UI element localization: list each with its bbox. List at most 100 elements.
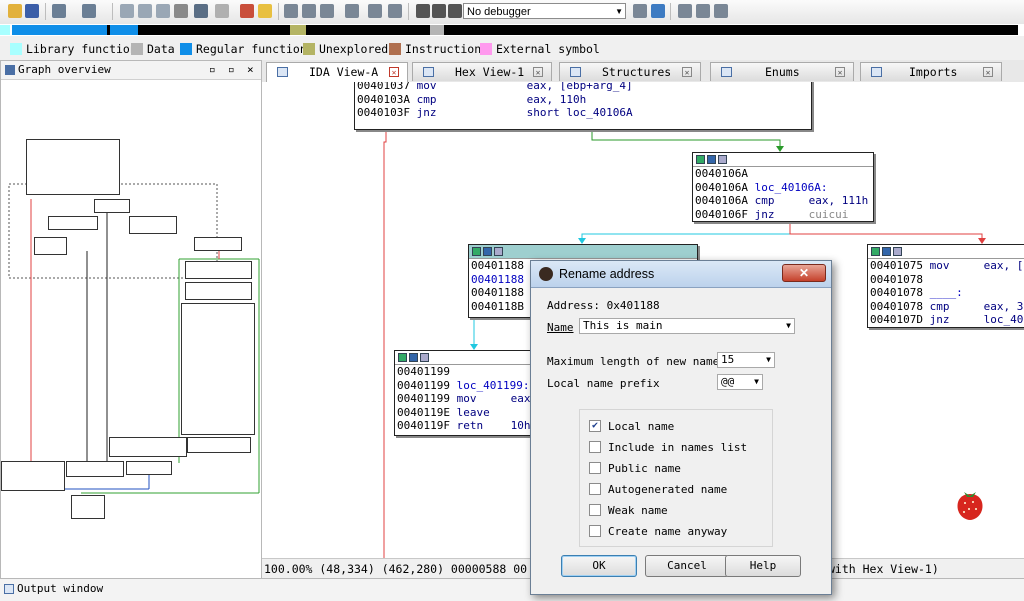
binary-icon[interactable] <box>174 4 188 18</box>
cancel-button[interactable]: Cancel <box>645 555 729 577</box>
legend: Library function Data Regular function U… <box>0 38 1024 60</box>
debugger-select[interactable]: No debugger ▼ <box>463 3 626 19</box>
forward-arrow-icon[interactable] <box>82 4 96 18</box>
autogenerated-name-label: Autogenerated name <box>608 483 728 496</box>
status-coordinates: 100.00% (48,334) (462,280) 00000588 00 <box>264 562 528 576</box>
ok-button[interactable]: OK <box>561 555 637 577</box>
tab-ida-view-a[interactable]: IDA View-A ✕ <box>266 62 408 83</box>
local-name-checkbox[interactable]: ✔ <box>589 420 601 432</box>
autogenerated-name-checkbox[interactable] <box>589 483 601 495</box>
legend-instruction: Instruction <box>389 43 481 55</box>
chevron-down-icon: ▼ <box>754 377 759 386</box>
legend-swatch <box>10 43 22 55</box>
tab-label: Enums <box>765 65 800 79</box>
arrow-tool-icon[interactable] <box>345 4 359 18</box>
close-icon[interactable]: × <box>247 61 254 79</box>
code-line: 00401037 mov eax, [ebp+arg_4] <box>357 82 633 92</box>
restore-icon[interactable]: ▫ <box>209 61 216 79</box>
local-name-label: Local name <box>608 420 675 433</box>
overview-node <box>26 139 120 195</box>
code-line: 0040106F jnz cuicui <box>695 207 849 221</box>
tab-imports[interactable]: Imports ✕ <box>860 62 1002 81</box>
graph-icon[interactable] <box>240 4 254 18</box>
search-text-icon[interactable] <box>215 4 229 18</box>
main-toolbar: No debugger ▼ <box>0 0 1024 25</box>
code-line: 00401078 ____: <box>870 286 963 300</box>
dialog-title-bar[interactable]: Rename address ✕ <box>531 261 831 288</box>
include-in-names-checkbox[interactable] <box>589 441 601 453</box>
bar-chart-icon[interactable] <box>284 4 298 18</box>
max-length-select[interactable]: 15 ▼ <box>717 352 775 368</box>
code-node-top[interactable]: 00401037 mov eax, [ebp+arg_4] 0040103A cm… <box>354 82 812 130</box>
graph-overview-title: Graph overview <box>18 63 111 76</box>
jump-up-icon[interactable] <box>194 4 208 18</box>
name-input[interactable]: This is main ▼ <box>579 318 795 334</box>
legend-swatch <box>389 43 401 55</box>
strawberry-icon <box>957 492 983 520</box>
save-icon[interactable] <box>25 4 39 18</box>
tab-hex-view-1[interactable]: Hex View-1 ✕ <box>412 62 552 81</box>
graph-overview-canvas[interactable] <box>1 79 261 579</box>
public-name-checkbox[interactable] <box>589 462 601 474</box>
graph-overview-header: Graph overview ▫ ▫ × <box>1 61 261 80</box>
create-name-anyway-label: Create name anyway <box>608 525 728 538</box>
cross-icon[interactable] <box>388 4 402 18</box>
create-name-anyway-checkbox[interactable] <box>589 525 601 537</box>
play-icon[interactable] <box>416 4 430 18</box>
legend-data: Data <box>131 43 175 55</box>
help-icon[interactable] <box>696 4 710 18</box>
close-icon[interactable]: ✕ <box>835 67 845 77</box>
navigation-band[interactable] <box>0 24 1024 36</box>
copy-icon[interactable] <box>120 4 134 18</box>
debugger-select-value: No debugger <box>467 6 531 18</box>
legend-label: External symbol <box>496 42 600 56</box>
hex-view-icon <box>423 67 434 77</box>
xref-icon[interactable] <box>320 4 334 18</box>
overview-node <box>129 216 177 234</box>
node-header <box>693 153 873 167</box>
enums-icon <box>721 67 732 77</box>
help-button[interactable]: Help <box>725 555 801 577</box>
legend-swatch <box>180 43 192 55</box>
code-node-loc-40106a[interactable]: 0040106A 0040106A loc_40106A: 0040106A c… <box>692 152 874 222</box>
code-line: 0040103A cmp eax, 110h <box>357 92 587 106</box>
refresh-icon[interactable] <box>651 4 665 18</box>
chevron-down-icon: ▼ <box>615 7 623 16</box>
code-line: 0040103F jnz short loc_40106A <box>357 106 633 120</box>
layout-icon[interactable] <box>678 4 692 18</box>
pause-icon[interactable] <box>432 4 446 18</box>
local-prefix-select[interactable]: @@ ▼ <box>717 374 763 390</box>
stop-icon[interactable] <box>448 4 462 18</box>
back-arrow-icon[interactable] <box>52 4 66 18</box>
tab-enums[interactable]: Enums ✕ <box>710 62 854 81</box>
function-arrow-icon[interactable] <box>302 4 316 18</box>
close-icon[interactable]: ✕ <box>533 67 543 77</box>
search-icon[interactable] <box>258 4 272 18</box>
debug-options-icon[interactable] <box>633 4 647 18</box>
tab-structures[interactable]: Structures ✕ <box>559 62 701 81</box>
overview-node <box>126 461 172 475</box>
weak-name-checkbox[interactable] <box>589 504 601 516</box>
close-icon[interactable]: ✕ <box>682 67 692 77</box>
settings-icon[interactable] <box>714 4 728 18</box>
close-icon[interactable]: ✕ <box>983 67 993 77</box>
close-icon[interactable]: ✕ <box>389 67 399 77</box>
paste-icon[interactable] <box>138 4 152 18</box>
overview-node <box>48 216 98 230</box>
pointer-icon[interactable] <box>368 4 382 18</box>
tab-label: Imports <box>909 65 958 79</box>
clipboard-icon[interactable] <box>156 4 170 18</box>
float-icon[interactable]: ▫ <box>228 61 235 79</box>
legend-swatch <box>480 43 492 55</box>
open-folder-icon[interactable] <box>8 4 22 18</box>
chevron-down-icon: ▼ <box>766 355 771 364</box>
code-node-right[interactable]: 00401075 mov eax, [ 00401078 00401078 ___… <box>867 244 1024 328</box>
code-line: 00401078 <box>870 272 923 286</box>
local-prefix-value: @@ <box>721 375 735 388</box>
overview-node <box>185 282 252 300</box>
chevron-down-icon[interactable]: ▼ <box>786 319 791 333</box>
status-sync: with Hex View-1) <box>828 562 939 576</box>
output-window-bar[interactable]: Output window <box>0 578 1024 601</box>
structures-icon <box>570 67 581 77</box>
dialog-close-button[interactable]: ✕ <box>782 264 826 282</box>
